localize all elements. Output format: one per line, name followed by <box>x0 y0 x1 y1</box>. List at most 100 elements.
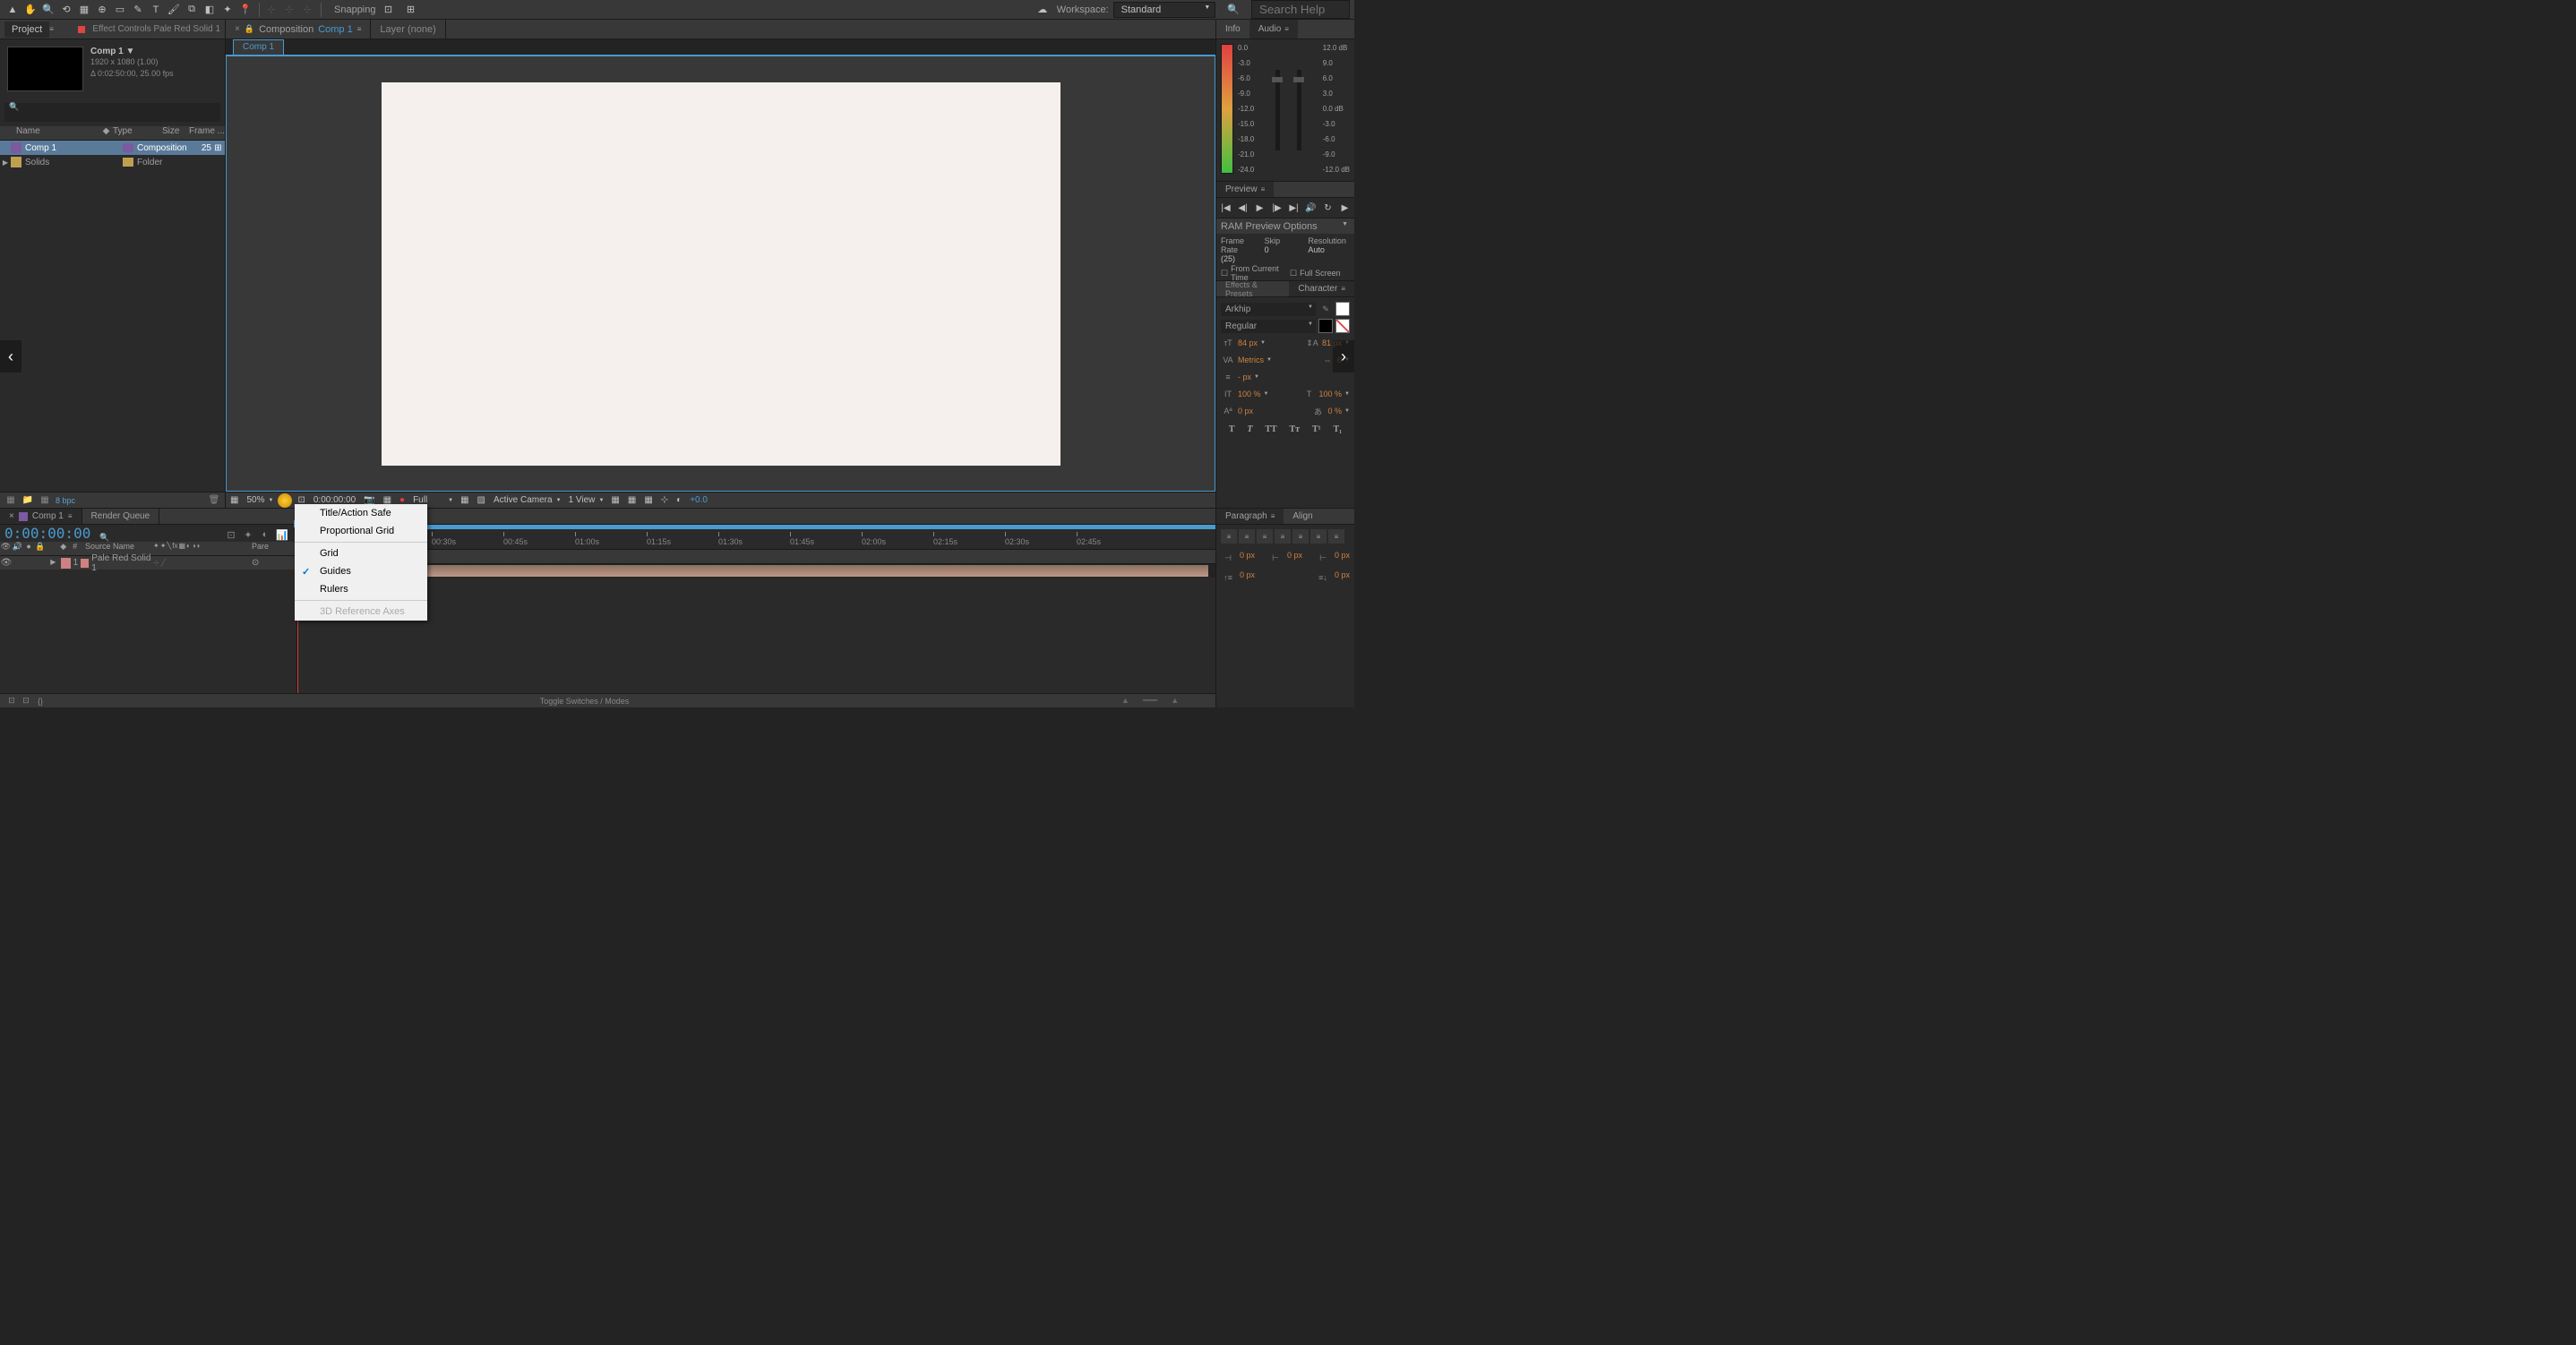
col-name[interactable]: Name <box>0 126 99 140</box>
col-type[interactable]: Type <box>113 126 162 140</box>
align-tab[interactable]: Align <box>1284 509 1321 524</box>
faux-italic-icon[interactable]: T <box>1244 423 1255 436</box>
project-search-input[interactable] <box>4 103 220 122</box>
text-tool-icon[interactable]: T <box>148 2 164 18</box>
time-ruler[interactable]: 00:15s00:30s00:45s01:00s01:15s01:30s01:4… <box>297 525 1215 550</box>
superscript-icon[interactable]: T¹ <box>1309 423 1324 436</box>
roi-icon[interactable]: ▦ <box>458 494 471 507</box>
toggle-switches-button[interactable]: Toggle Switches / Modes <box>540 697 630 706</box>
kerning-value[interactable]: Metrics <box>1238 356 1264 364</box>
clone-tool-icon[interactable]: ⧉ <box>184 2 200 18</box>
roto-tool-icon[interactable]: ✦ <box>219 2 236 18</box>
graph-editor-icon[interactable]: 📊 <box>275 527 289 542</box>
eyedropper-icon[interactable]: ✎ <box>1318 302 1333 316</box>
resolution-value[interactable]: Auto <box>1308 245 1350 254</box>
brackets-icon[interactable]: {} <box>33 694 47 708</box>
menu-rulers[interactable]: Rulers <box>295 580 427 598</box>
selection-tool-icon[interactable]: ▲ <box>4 2 21 18</box>
axis-view-icon[interactable]: ⊹ <box>299 2 315 18</box>
axis-local-icon[interactable]: ⊹ <box>263 2 279 18</box>
lock-icon[interactable]: 🔒 <box>245 24 254 34</box>
comp-flow-tab[interactable]: Comp 1 <box>233 39 284 55</box>
parent-header[interactable]: Pare <box>252 542 296 555</box>
ram-options-dropdown[interactable]: RAM Preview Options <box>1221 221 1350 232</box>
orbit-tool-icon[interactable]: ⟲ <box>58 2 74 18</box>
play-icon[interactable]: ▶ <box>1253 201 1267 215</box>
canvas[interactable] <box>382 82 1060 466</box>
stroke-value[interactable]: - px <box>1238 373 1251 381</box>
expand-props-icon[interactable]: ⊡ <box>4 694 19 708</box>
layer-track[interactable] <box>297 564 1215 578</box>
first-frame-icon[interactable]: |◀ <box>1219 201 1233 215</box>
align-left-icon[interactable]: ≡ <box>1221 529 1237 544</box>
brush-tool-icon[interactable]: 🖌 <box>166 2 182 18</box>
framerate-value[interactable]: (25) <box>1221 254 1263 263</box>
zoom-in-icon[interactable]: ▲ <box>1171 696 1179 706</box>
trash-icon[interactable]: 🗑 <box>208 494 220 507</box>
video-switch-icon[interactable]: 👁 <box>0 542 12 555</box>
solo-switch-icon[interactable]: ● <box>23 542 35 555</box>
menu-proportional-grid[interactable]: Proportional Grid <box>295 522 427 540</box>
font-style-dropdown[interactable]: Regular <box>1221 320 1316 333</box>
audio-switch-icon[interactable]: 🔊 <box>12 542 23 555</box>
composition-tab-label[interactable]: Composition <box>259 24 313 35</box>
next-slide-button[interactable]: › <box>1333 340 1354 373</box>
new-folder-icon[interactable]: 📁 <box>21 494 34 507</box>
flowchart-icon[interactable]: ⊹ <box>658 494 671 507</box>
zoom-slider[interactable]: ━━━ <box>1143 696 1157 706</box>
new-comp-icon[interactable]: ▦ <box>39 494 51 507</box>
render-queue-tab[interactable]: Render Queue <box>82 509 160 524</box>
layer-bar[interactable] <box>297 565 1208 577</box>
composition-name-link[interactable]: Comp 1 <box>318 24 353 35</box>
hscale-value[interactable]: 100 % <box>1319 390 1343 398</box>
zoom-out-icon[interactable]: ▲ <box>1121 696 1129 706</box>
prev-frame-icon[interactable]: ◀| <box>1236 201 1250 215</box>
view-dropdown[interactable]: 1 View <box>566 494 606 507</box>
align-center-icon[interactable]: ≡ <box>1239 529 1255 544</box>
bpc-label[interactable]: 8 bpc <box>56 496 75 505</box>
prev-slide-button[interactable]: ‹ <box>0 340 21 373</box>
audio-tab[interactable]: Audio≡ <box>1249 20 1298 39</box>
close-tab-icon[interactable]: × <box>235 24 240 34</box>
preview-tab[interactable]: Preview≡ <box>1216 182 1274 197</box>
info-tab[interactable]: Info <box>1216 20 1249 39</box>
ram-preview-icon[interactable]: ▶ <box>1338 201 1352 215</box>
col-frame[interactable]: Frame ... <box>189 126 225 140</box>
comp-name-header[interactable]: Comp 1 ▼ <box>90 47 174 56</box>
workspace-dropdown[interactable]: Standard <box>1113 2 1216 18</box>
project-item-comp[interactable]: Comp 1 Composition 25 ⊞ <box>0 141 225 155</box>
loop-icon[interactable]: ↻ <box>1321 201 1335 215</box>
allcaps-icon[interactable]: TT <box>1262 423 1279 436</box>
timeline-comp-tab[interactable]: × Comp 1 ≡ <box>0 509 82 524</box>
indent-left-value[interactable]: 0 px <box>1240 551 1255 565</box>
eraser-tool-icon[interactable]: ◧ <box>202 2 218 18</box>
audio-slider-left[interactable] <box>1275 70 1280 150</box>
transparency-icon[interactable]: ▨ <box>475 494 488 507</box>
layer-tab-label[interactable]: Layer (none) <box>380 24 435 35</box>
snap-edge-icon[interactable]: ⊞ <box>403 2 419 18</box>
no-fill-swatch[interactable] <box>1318 319 1333 333</box>
justify-right-icon[interactable]: ≡ <box>1310 529 1327 544</box>
timeline-icon[interactable]: ▦ <box>641 494 655 507</box>
paragraph-tab[interactable]: Paragraph≡ <box>1216 509 1284 524</box>
shape-tool-icon[interactable]: ▭ <box>112 2 128 18</box>
baseline-value[interactable]: 0 px <box>1238 407 1253 415</box>
pan-behind-tool-icon[interactable]: ⊕ <box>94 2 110 18</box>
pen-tool-icon[interactable]: ✎ <box>130 2 146 18</box>
next-frame-icon[interactable]: |▶ <box>1270 201 1284 215</box>
menu-grid[interactable]: Grid <box>295 544 427 562</box>
tsume-value[interactable]: 0 % <box>1328 407 1343 415</box>
menu-guides[interactable]: Guides <box>295 562 427 580</box>
motion-blur-icon[interactable]: ◐ <box>258 527 272 542</box>
axis-world-icon[interactable]: ⊹ <box>281 2 297 18</box>
fill-swatch[interactable] <box>1335 302 1350 316</box>
col-size[interactable]: Size <box>162 126 189 140</box>
interpret-footage-icon[interactable]: ▦ <box>4 494 17 507</box>
sync-icon[interactable]: ☁ <box>1035 2 1051 18</box>
font-size-value[interactable]: 84 px <box>1238 338 1258 347</box>
subscript-icon[interactable]: T₁ <box>1330 423 1344 436</box>
video-toggle[interactable]: 👁 <box>0 558 13 569</box>
skip-value[interactable]: 0 <box>1265 245 1307 254</box>
indent-first-value[interactable]: 0 px <box>1287 551 1302 565</box>
exposure-reset-icon[interactable]: ◐ <box>674 494 684 507</box>
